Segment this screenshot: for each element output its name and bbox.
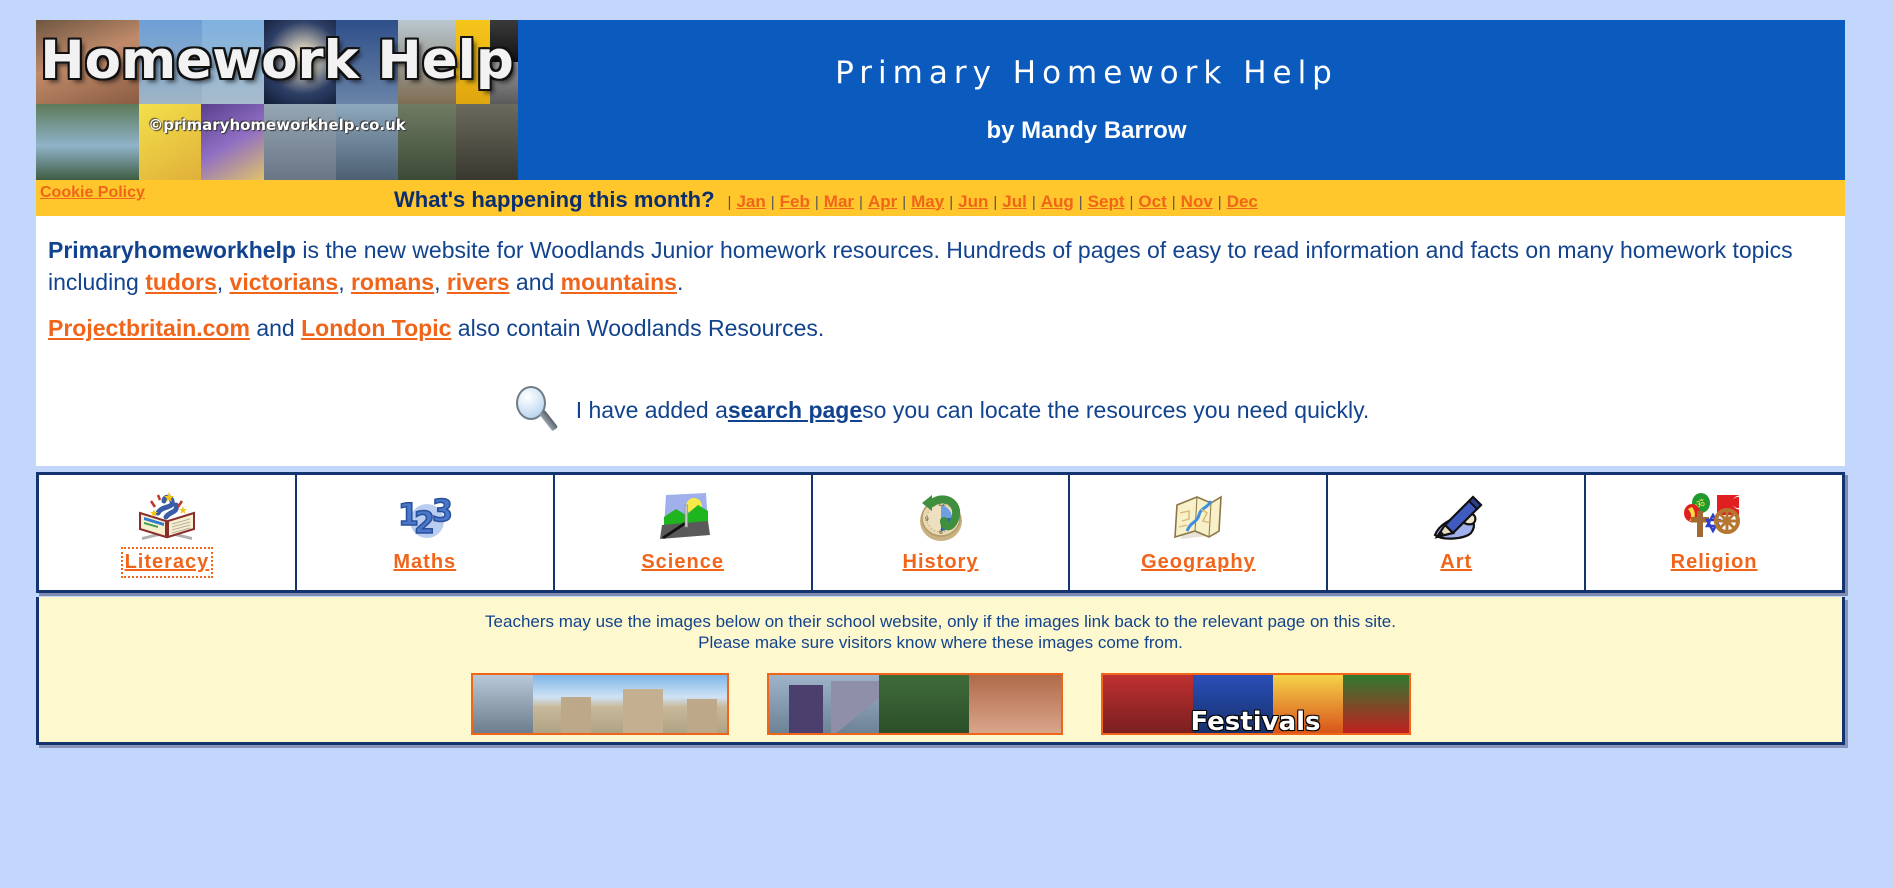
month-separator: |	[1078, 193, 1083, 211]
link-search-page[interactable]: search page	[728, 397, 862, 424]
month-separator: |	[1217, 193, 1222, 211]
cookie-policy-link[interactable]: Cookie Policy	[40, 184, 145, 202]
month-link-dec[interactable]: Dec	[1227, 192, 1258, 212]
subject-navigation-table: Literacy 1 2 3 Maths Science 12 3 6 9 Hi…	[36, 472, 1845, 593]
page-content: Homework Help ©primaryhomeworkhelp.co.uk…	[36, 20, 1845, 745]
subject-item-religion[interactable]: ॐ Religion	[1586, 475, 1843, 590]
numbers-123-icon: 1 2 3	[394, 489, 456, 545]
subject-item-maths[interactable]: 1 2 3 Maths	[296, 475, 555, 590]
month-separator: |	[1171, 193, 1176, 211]
subject-label-art: Art	[1440, 551, 1473, 573]
month-heading: What's happening this month?	[394, 186, 715, 212]
festivals-thumb[interactable]: Festivals	[1100, 673, 1411, 735]
month-link-may[interactable]: May	[911, 192, 944, 212]
month-link-sept[interactable]: Sept	[1088, 192, 1125, 212]
month-navigation-bar: Cookie Policy What's happening this mont…	[36, 180, 1845, 216]
magnifying-glass-icon	[512, 384, 564, 436]
month-link-aug[interactable]: Aug	[1041, 192, 1074, 212]
faith-symbols-icon: ॐ	[1683, 489, 1746, 545]
month-link-oct[interactable]: Oct	[1138, 192, 1166, 212]
month-links-wrapper: What's happening this month? | Jan | Feb…	[394, 184, 1258, 213]
svg-text:9: 9	[925, 516, 929, 523]
link-london-topic[interactable]: London Topic	[301, 315, 451, 341]
search-announcement-row: I have added a search page so you can lo…	[48, 384, 1833, 436]
subject-label-literacy: Literacy	[120, 547, 214, 578]
site-author: by Mandy Barrow	[986, 117, 1187, 144]
thumbnail-row: Festivals	[39, 673, 1842, 735]
month-separator: |	[727, 193, 732, 211]
pencil-paper-icon	[1425, 489, 1487, 545]
subject-label-science: Science	[641, 551, 724, 573]
link-victorians[interactable]: victorians	[230, 269, 339, 295]
intro-text-b: also contain Woodlands Resources.	[451, 315, 825, 341]
ancient-egypt-thumb[interactable]	[766, 673, 1063, 735]
subject-label-maths: Maths	[393, 551, 457, 573]
month-separator: |	[993, 193, 998, 211]
header-text-block: Primary Homework Help by Mandy Barrow	[518, 20, 1845, 180]
month-link-feb[interactable]: Feb	[780, 192, 810, 212]
clock-arrow-icon: 12 3 6 9	[910, 489, 972, 545]
teacher-notice-line-2: Please make sure visitors know where the…	[698, 633, 1183, 652]
month-separator: |	[1031, 193, 1036, 211]
month-separator: |	[902, 193, 907, 211]
intro-paragraph-2: Projectbritain.com and London Topic also…	[48, 312, 1833, 344]
month-separator: |	[1129, 193, 1134, 211]
open-book-icon	[136, 489, 198, 545]
banner-collage-image: Homework Help ©primaryhomeworkhelp.co.uk	[36, 20, 518, 180]
site-header: Homework Help ©primaryhomeworkhelp.co.uk…	[36, 20, 1845, 180]
month-link-nov[interactable]: Nov	[1181, 192, 1213, 212]
subject-label-history: History	[902, 551, 979, 573]
site-name-bold: Primaryhomeworkhelp	[48, 237, 296, 263]
month-link-jun[interactable]: Jun	[958, 192, 988, 212]
link-romans[interactable]: romans	[351, 269, 434, 295]
thumb-caption: Festivals	[1190, 707, 1321, 735]
month-link-apr[interactable]: Apr	[868, 192, 897, 212]
subject-item-geography[interactable]: Geography	[1070, 475, 1329, 590]
and-2: and	[249, 315, 302, 341]
svg-text:6: 6	[939, 529, 943, 536]
link-mountains[interactable]: mountains	[561, 269, 677, 295]
sep-1: ,	[216, 269, 230, 295]
and-1: and	[509, 269, 561, 295]
sep-3: ,	[434, 269, 447, 295]
subject-item-literacy[interactable]: Literacy	[39, 475, 297, 590]
link-projectbritain[interactable]: Projectbritain.com	[48, 315, 250, 341]
month-separator: |	[770, 193, 775, 211]
subject-label-religion: Religion	[1670, 551, 1758, 573]
period-1: .	[676, 269, 684, 295]
month-separator: |	[859, 193, 863, 211]
search-text-post: so you can locate the resources you need…	[862, 396, 1370, 423]
subject-item-history[interactable]: 12 3 6 9 History	[812, 475, 1071, 590]
svg-text:3: 3	[432, 494, 453, 529]
site-title: Primary Homework Help	[835, 55, 1338, 91]
banner-credit: ©primaryhomeworkhelp.co.uk	[148, 116, 406, 134]
intro-paragraph-1: Primaryhomeworkhelp is the new website f…	[48, 234, 1833, 298]
sep-2: ,	[338, 269, 351, 295]
month-link-mar[interactable]: Mar	[824, 192, 854, 212]
link-tudors[interactable]: tudors	[145, 269, 217, 295]
month-link-jan[interactable]: Jan	[736, 192, 765, 212]
landscape-sun-icon	[652, 489, 714, 545]
month-separator: |	[814, 193, 819, 211]
month-separator: |	[949, 193, 954, 211]
subject-item-science[interactable]: Science	[554, 475, 813, 590]
teacher-notice-box: Teachers may use the images below on the…	[36, 597, 1845, 745]
month-link-jul[interactable]: Jul	[1002, 192, 1027, 212]
folded-map-icon	[1167, 489, 1229, 545]
search-text-pre: I have added a	[575, 396, 728, 423]
link-rivers[interactable]: rivers	[447, 269, 510, 295]
castles-thumb[interactable]	[470, 673, 729, 735]
subject-label-geography: Geography	[1141, 551, 1256, 573]
subject-item-art[interactable]: Art	[1328, 475, 1587, 590]
intro-section: Primaryhomeworkhelp is the new website f…	[36, 216, 1845, 466]
teacher-notice-line-1: Teachers may use the images below on the…	[485, 612, 1396, 631]
